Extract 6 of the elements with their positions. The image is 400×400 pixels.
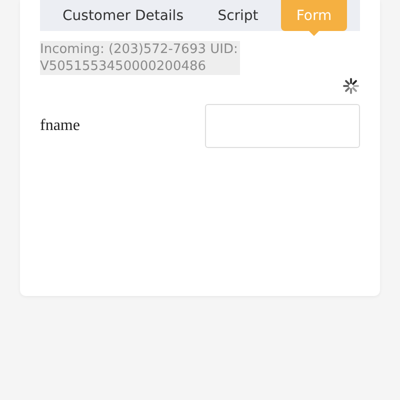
call-info-text: Incoming: (203)572-7693 UID: V5051553450000200486 <box>40 41 240 75</box>
tab-pointer <box>309 31 319 36</box>
tab[interactable]: Customer Details <box>48 0 198 31</box>
tab[interactable]: Script <box>198 0 278 31</box>
field-label: fname <box>40 117 80 135</box>
input-field[interactable] <box>205 104 360 148</box>
